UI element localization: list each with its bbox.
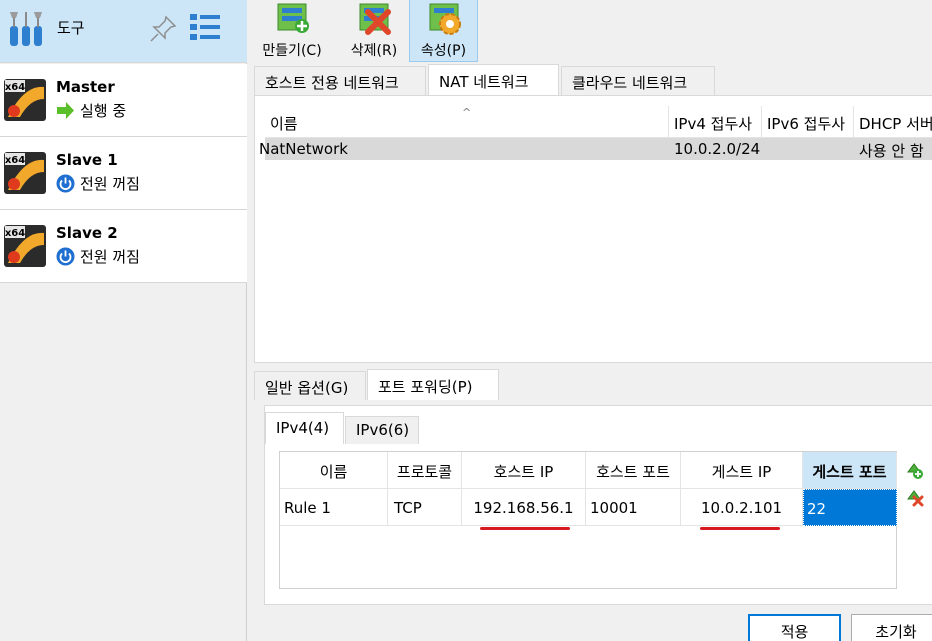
host-ip-red-underline xyxy=(480,527,570,530)
vm-item-slave-2[interactable]: x64 Slave 2 전원 꺼짐 xyxy=(0,210,247,283)
cell-ipv4: 10.0.2.0/24 xyxy=(674,140,761,158)
running-arrow-icon xyxy=(57,102,74,119)
tab-ipv4[interactable]: IPv4(4) xyxy=(265,412,344,444)
vm-state: 전원 꺼짐 xyxy=(80,175,140,193)
port-forwarding-rules-table: 이름 프로토콜 호스트 IP 호스트 포트 게스트 IP 게스트 포트 Rule… xyxy=(279,451,897,589)
tools-label: 도구 xyxy=(57,19,85,37)
vm-name: Slave 2 xyxy=(56,224,118,242)
delete-button[interactable]: 삭제(R) xyxy=(344,0,404,62)
sidebar: 도구 x64 Master 실행 중 x64 Slave 1 전원 꺼짐 x64… xyxy=(0,0,247,641)
cell-host-port[interactable]: 10001 xyxy=(586,489,681,526)
reset-button[interactable]: 초기화 xyxy=(851,614,932,641)
cell-host-ip[interactable]: 192.168.56.1 xyxy=(462,489,586,526)
delete-network-icon xyxy=(359,3,391,35)
create-network-icon xyxy=(277,3,309,33)
main-panel: 만들기(C) 삭제(R) 속성(P) 호스트 전용 네트워크 NAT 네트워크 … xyxy=(248,0,932,641)
apply-button[interactable]: 적용 xyxy=(748,614,841,641)
list-menu-icon[interactable] xyxy=(189,12,221,42)
pin-icon[interactable] xyxy=(148,14,178,44)
nat-network-panel: 이름 ^ IPv4 접두사 IPv6 접두사 DHCP 서버 NatNetwork… xyxy=(254,95,932,363)
delete-label: 삭제(R) xyxy=(350,43,398,59)
create-label: 만들기(C) xyxy=(262,43,322,59)
vm-os-icon: x64 xyxy=(4,79,46,121)
vm-os-icon: x64 xyxy=(4,152,46,194)
cell-guest-ip[interactable]: 10.0.2.101 xyxy=(681,489,803,526)
apply-label: 적용 xyxy=(780,623,809,641)
power-off-icon xyxy=(56,174,75,193)
properties-label: 속성(P) xyxy=(420,43,467,59)
column-header-guest-port[interactable]: 게스트 포트 xyxy=(803,452,897,489)
cell-guest-port[interactable]: 22 xyxy=(803,489,897,526)
tab-cloud-network[interactable]: 클라우드 네트워크 xyxy=(561,66,715,95)
tools-icon xyxy=(10,12,42,46)
cell-rule-name[interactable]: Rule 1 xyxy=(280,489,388,526)
tab-ipv6[interactable]: IPv6(6) xyxy=(345,416,419,444)
reset-label: 초기화 xyxy=(875,623,917,641)
tab-label: IPv4(4) xyxy=(276,419,330,437)
table-row[interactable]: NatNetwork 10.0.2.0/24 사용 안 함 xyxy=(259,138,932,160)
create-button[interactable]: 만들기(C) xyxy=(252,0,332,62)
column-header-protocol[interactable]: 프로토콜 xyxy=(388,452,462,489)
port-forwarding-panel: IPv4(4) IPv6(6) 이름 프로토콜 호스트 IP 호스트 포트 게스… xyxy=(264,405,932,605)
tab-label: NAT 네트워크 xyxy=(439,73,529,91)
tab-nat-network[interactable]: NAT 네트워크 xyxy=(428,64,559,95)
column-header-host-port[interactable]: 호스트 포트 xyxy=(586,452,681,489)
vm-item-slave-1[interactable]: x64 Slave 1 전원 꺼짐 xyxy=(0,137,247,210)
vm-os-badge: x64 xyxy=(5,82,25,93)
tab-general-options[interactable]: 일반 옵션(G) xyxy=(254,371,366,400)
cell-name: NatNetwork xyxy=(259,140,348,158)
vm-os-icon: x64 xyxy=(4,225,46,267)
vm-state: 전원 꺼짐 xyxy=(80,248,140,266)
power-off-icon xyxy=(56,247,75,266)
vm-state: 실행 중 xyxy=(80,102,127,120)
column-header-host-ip[interactable]: 호스트 IP xyxy=(462,452,586,489)
column-header-rule-name[interactable]: 이름 xyxy=(280,452,388,489)
vm-os-badge: x64 xyxy=(5,228,25,239)
column-header-dhcp[interactable]: DHCP 서버 xyxy=(854,106,932,138)
remove-rule-icon[interactable] xyxy=(904,487,924,507)
add-rule-icon[interactable] xyxy=(904,460,924,480)
column-header-guest-ip[interactable]: 게스트 IP xyxy=(681,452,803,489)
network-table-header: 이름 ^ IPv4 접두사 IPv6 접두사 DHCP 서버 xyxy=(265,106,932,138)
column-header-ipv4[interactable]: IPv4 접두사 xyxy=(669,106,762,138)
cell-protocol[interactable]: TCP xyxy=(388,489,462,526)
vm-name: Master xyxy=(56,78,115,96)
tab-label: 일반 옵션(G) xyxy=(265,379,349,397)
tab-label: IPv6(6) xyxy=(356,421,410,439)
tab-label: 클라우드 네트워크 xyxy=(572,74,688,92)
properties-button[interactable]: 속성(P) xyxy=(409,0,478,62)
network-table: 이름 ^ IPv4 접두사 IPv6 접두사 DHCP 서버 NatNetwork… xyxy=(259,106,932,356)
tools-item[interactable]: 도구 xyxy=(0,0,247,63)
column-header-ipv6[interactable]: IPv6 접두사 xyxy=(762,106,854,138)
vm-os-badge: x64 xyxy=(5,155,25,166)
column-header-name[interactable]: 이름 ^ xyxy=(265,106,669,138)
sort-ascending-icon: ^ xyxy=(462,106,472,119)
tab-host-only-network[interactable]: 호스트 전용 네트워크 xyxy=(254,66,426,95)
properties-gear-icon xyxy=(429,3,461,35)
vm-item-master[interactable]: x64 Master 실행 중 xyxy=(0,64,247,137)
cell-dhcp: 사용 안 함 xyxy=(859,142,924,160)
guest-ip-red-underline xyxy=(700,527,780,530)
tab-label: 포트 포워딩(P) xyxy=(378,378,473,396)
tab-label: 호스트 전용 네트워크 xyxy=(265,74,399,92)
tab-port-forwarding[interactable]: 포트 포워딩(P) xyxy=(367,369,499,400)
vm-name: Slave 1 xyxy=(56,151,118,169)
